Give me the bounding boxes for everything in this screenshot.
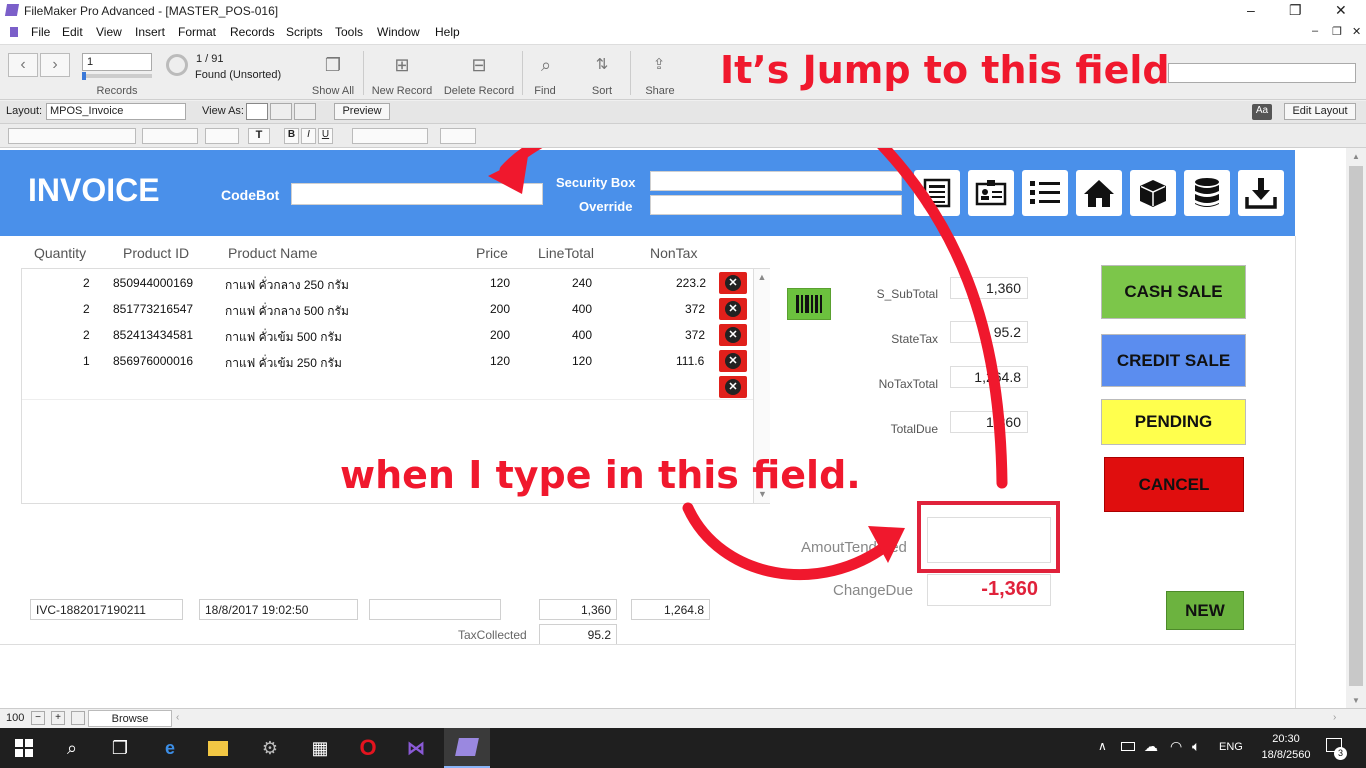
- text-color-button[interactable]: T: [248, 128, 270, 144]
- find-icon[interactable]: ⌕: [535, 55, 557, 76]
- document-icon: [10, 27, 18, 37]
- italic-button[interactable]: I: [301, 128, 316, 144]
- quick-find-input[interactable]: [1168, 63, 1356, 83]
- font-size-select[interactable]: [142, 128, 198, 144]
- filemaker-task-icon[interactable]: [444, 728, 490, 768]
- edge-icon[interactable]: e: [156, 734, 184, 762]
- format-bar-toggle[interactable]: Aa: [1252, 104, 1272, 120]
- file-explorer-icon[interactable]: [204, 734, 232, 762]
- window-scrollbar[interactable]: ▲ ▼: [1346, 148, 1366, 708]
- language-indicator[interactable]: ENG: [1219, 741, 1243, 753]
- sort-button[interactable]: Sort: [585, 85, 619, 97]
- view-as-label: View As:: [202, 105, 244, 117]
- menu-view[interactable]: View: [96, 25, 122, 39]
- record-slider[interactable]: [82, 72, 152, 80]
- preview-button[interactable]: Preview: [334, 103, 390, 120]
- opera-icon[interactable]: O: [354, 734, 382, 762]
- battery-icon[interactable]: [1121, 742, 1135, 751]
- mode-indicator: Browse: [88, 710, 172, 727]
- notification-count: 3: [1334, 747, 1347, 760]
- underline-button[interactable]: U: [318, 128, 333, 144]
- menu-edit[interactable]: Edit: [62, 25, 83, 39]
- scroll-down-icon[interactable]: ▼: [1346, 696, 1366, 705]
- doc-minimize-icon[interactable]: –: [1312, 25, 1318, 37]
- next-record-button[interactable]: ›: [40, 53, 70, 77]
- menu-window[interactable]: Window: [377, 25, 420, 39]
- task-view-icon[interactable]: ❐: [106, 734, 134, 762]
- cloud-icon[interactable]: ☁: [1144, 738, 1158, 755]
- found-pie-icon: [166, 54, 188, 76]
- record-number-input[interactable]: 1: [82, 53, 152, 71]
- found-status: Found (Unsorted): [195, 69, 282, 81]
- toolbar-toggle-button[interactable]: [71, 711, 85, 725]
- wifi-icon[interactable]: ◠: [1170, 738, 1182, 755]
- close-button[interactable]: ✕: [1335, 2, 1347, 19]
- bold-button[interactable]: B: [284, 128, 299, 144]
- share-button[interactable]: Share: [640, 85, 680, 97]
- form-view-button[interactable]: [246, 103, 268, 120]
- menu-insert[interactable]: Insert: [135, 25, 165, 39]
- calculator-icon[interactable]: ▦: [306, 734, 334, 762]
- windows-start-icon[interactable]: [10, 734, 38, 762]
- fill-color-button[interactable]: [205, 128, 239, 144]
- format-bar: T B I U: [0, 124, 1366, 148]
- annotation-jump-text: It’s Jump to this field: [720, 48, 1170, 92]
- layout-select[interactable]: MPOS_Invoice: [46, 103, 186, 120]
- find-button[interactable]: Find: [527, 85, 563, 97]
- doc-restore-icon[interactable]: ❐: [1332, 25, 1342, 38]
- share-icon[interactable]: ⇪: [648, 55, 670, 73]
- menu-bar: File Edit View Insert Format Records Scr…: [0, 22, 1366, 44]
- clock-time[interactable]: 20:30: [1266, 733, 1306, 745]
- hscroll-left-icon[interactable]: ‹: [176, 712, 179, 723]
- scroll-up-icon[interactable]: ▲: [1346, 152, 1366, 161]
- previous-record-button[interactable]: ‹: [8, 53, 38, 77]
- delete-record-button[interactable]: Delete Record: [440, 85, 518, 97]
- layout-bar: Layout: MPOS_Invoice View As: Preview Aa…: [0, 101, 1366, 124]
- font-select[interactable]: [8, 128, 136, 144]
- tray-chevron-icon[interactable]: ∧: [1098, 739, 1107, 753]
- new-record-icon[interactable]: ⊞: [391, 55, 413, 76]
- sort-icon[interactable]: ⇅: [591, 55, 613, 73]
- zoom-level[interactable]: 100: [6, 712, 24, 724]
- new-record-button[interactable]: New Record: [368, 85, 436, 97]
- list-view-button[interactable]: [270, 103, 292, 120]
- minimize-button[interactable]: –: [1247, 2, 1255, 18]
- menu-scripts[interactable]: Scripts: [286, 25, 323, 39]
- table-view-button[interactable]: [294, 103, 316, 120]
- restore-button[interactable]: ❐: [1289, 2, 1302, 19]
- doc-close-icon[interactable]: ✕: [1352, 25, 1361, 38]
- show-all-button[interactable]: Show All: [305, 85, 361, 97]
- status-bar: 100 − + Browse ‹ ›: [0, 708, 1366, 728]
- layout-content: INVOICE CodeBot Security Box Override Qu…: [0, 48, 1346, 708]
- window-title: FileMaker Pro Advanced - [MASTER_POS-016…: [24, 4, 279, 18]
- menu-tools[interactable]: Tools: [335, 25, 363, 39]
- delete-record-icon[interactable]: ⊟: [468, 55, 490, 76]
- volume-icon[interactable]: 🔈︎: [1192, 738, 1200, 755]
- paragraph-buttons[interactable]: [440, 128, 476, 144]
- annotation-arrows: [488, 148, 1008, 581]
- found-count: 1 / 91: [196, 53, 224, 65]
- hscroll-right-icon[interactable]: ›: [1333, 712, 1336, 723]
- zoom-out-button[interactable]: −: [31, 711, 45, 725]
- network-app-icon[interactable]: ⚙: [256, 734, 284, 762]
- menu-help[interactable]: Help: [435, 25, 460, 39]
- edit-layout-button[interactable]: Edit Layout: [1284, 103, 1356, 120]
- search-icon[interactable]: ⌕: [58, 734, 86, 762]
- windows-taskbar: ⌕ ❐ e ⚙ ▦ O ⋈ ∧ ☁ ◠ 🔈︎ ENG 20:30 18/8/25…: [0, 728, 1366, 768]
- menu-format[interactable]: Format: [178, 25, 216, 39]
- show-all-icon[interactable]: ❐: [322, 55, 344, 76]
- visual-studio-icon[interactable]: ⋈: [402, 734, 430, 762]
- filemaker-app-icon: [4, 4, 20, 16]
- menu-file[interactable]: File: [31, 25, 50, 39]
- title-bar: FileMaker Pro Advanced - [MASTER_POS-016…: [0, 0, 1366, 22]
- clock-date[interactable]: 18/8/2560: [1256, 749, 1316, 761]
- zoom-in-button[interactable]: +: [51, 711, 65, 725]
- layout-label: Layout:: [6, 105, 43, 117]
- menu-records[interactable]: Records: [230, 25, 275, 39]
- annotation-type-text: when I type in this field.: [340, 453, 861, 497]
- records-label: Records: [96, 85, 138, 97]
- align-buttons[interactable]: [352, 128, 428, 144]
